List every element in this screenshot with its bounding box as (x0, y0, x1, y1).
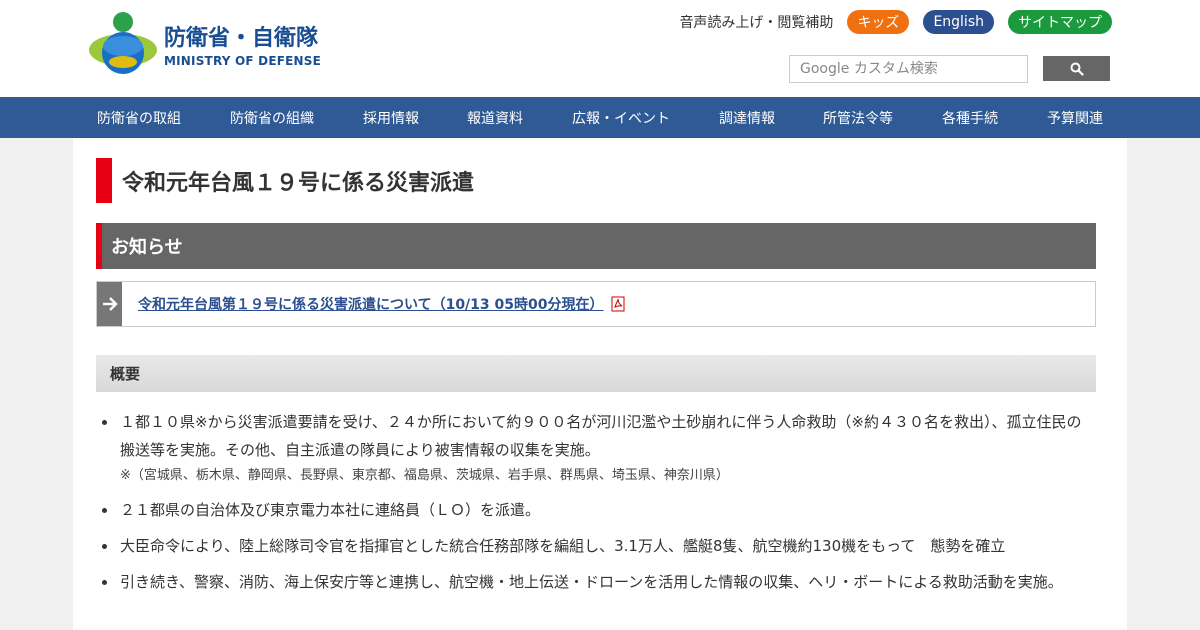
nav-item-recruitment[interactable]: 採用情報 (363, 97, 419, 138)
page-title: 令和元年台風１９号に係る災害派遣 (96, 158, 474, 203)
site-logo[interactable]: 防衛省・自衛隊 MINISTRY OF DEFENSE (88, 10, 321, 76)
list-item: 引き続き、警察、消防、海上保安庁等と連携し、航空機・地上伝送・ドローンを活用した… (96, 568, 1096, 596)
notice-heading-text: お知らせ (111, 237, 183, 258)
site-header: 防衛省・自衛隊 MINISTRY OF DEFENSE 音声読み上げ・閲覧補助 … (0, 0, 1200, 97)
list-item-text: 引き続き、警察、消防、海上保安庁等と連携し、航空機・地上伝送・ドローンを活用した… (120, 573, 1063, 591)
logo-text-en: MINISTRY OF DEFENSE (164, 54, 322, 68)
nav-item-organization[interactable]: 防衛省の組織 (230, 97, 314, 138)
list-item-note: ※（宮城県、栃木県、静岡県、長野県、東京都、福島県、茨城県、岩手県、群馬県、埼玉… (120, 468, 729, 483)
nav-item-procedures[interactable]: 各種手続 (942, 97, 998, 138)
list-item-text: ２１都県の自治体及び東京電力本社に連絡員（ＬＯ）を派遣。 (120, 501, 541, 519)
page-title-text: 令和元年台風１９号に係る災害派遣 (122, 170, 475, 196)
summary-heading: 概要 (96, 355, 1096, 392)
search-input[interactable] (789, 55, 1028, 83)
list-item-text: １都１０県※から災害派遣要請を受け、２４か所において約９００名が河川氾濫や土砂崩… (120, 413, 1082, 459)
nav-item-procurement[interactable]: 調達情報 (719, 97, 775, 138)
summary-heading-text: 概要 (110, 365, 141, 383)
global-nav: 防衛省の取組 防衛省の組織 採用情報 報道資料 広報・イベント 調達情報 所管法… (0, 97, 1200, 138)
kids-button[interactable]: キッズ (847, 10, 910, 34)
notice-pdf-link[interactable]: 令和元年台風第１９号に係る災害派遣について（10/13 05時00分現在） (138, 294, 604, 314)
nav-item-press[interactable]: 報道資料 (467, 97, 523, 138)
main-content: 令和元年台風１９号に係る災害派遣 お知らせ 令和元年台風第１９号に係る災害派遣に… (73, 138, 1127, 630)
notice-accent-bar (96, 223, 102, 269)
list-item: 大臣命令により、陸上総隊司令官を指揮官とした統合任務部隊を編組し、3.1万人、艦… (96, 532, 1096, 560)
nav-item-budget[interactable]: 予算関連 (1047, 97, 1103, 138)
list-item-text: 大臣命令により、陸上総隊司令官を指揮官とした統合任務部隊を編組し、3.1万人、艦… (120, 537, 1006, 555)
pdf-icon (611, 296, 624, 312)
logo-mark-icon (89, 12, 157, 74)
title-accent-bar (96, 158, 112, 203)
nav-item-laws[interactable]: 所管法令等 (823, 97, 893, 138)
accessibility-link[interactable]: 音声読み上げ・閲覧補助 (679, 12, 833, 32)
search-icon (1070, 62, 1084, 76)
nav-item-initiatives[interactable]: 防衛省の取組 (97, 97, 181, 138)
arrow-right-icon (97, 282, 122, 326)
logo-text-jp: 防衛省・自衛隊 (164, 26, 319, 51)
notice-item: 令和元年台風第１９号に係る災害派遣について（10/13 05時00分現在） (96, 281, 1096, 327)
nav-item-events[interactable]: 広報・イベント (572, 97, 670, 138)
list-item: １都１０県※から災害派遣要請を受け、２４か所において約９００名が河川氾濫や土砂崩… (96, 408, 1096, 488)
summary-list: １都１０県※から災害派遣要請を受け、２４か所において約９００名が河川氾濫や土砂崩… (96, 408, 1096, 604)
search-button[interactable] (1043, 56, 1110, 81)
notice-heading: お知らせ (96, 223, 1096, 269)
utility-links: 音声読み上げ・閲覧補助 キッズ English サイトマップ (679, 10, 1112, 34)
list-item: ２１都県の自治体及び東京電力本社に連絡員（ＬＯ）を派遣。 (96, 496, 1096, 524)
sitemap-button[interactable]: サイトマップ (1008, 10, 1112, 34)
english-button[interactable]: English (923, 10, 994, 34)
